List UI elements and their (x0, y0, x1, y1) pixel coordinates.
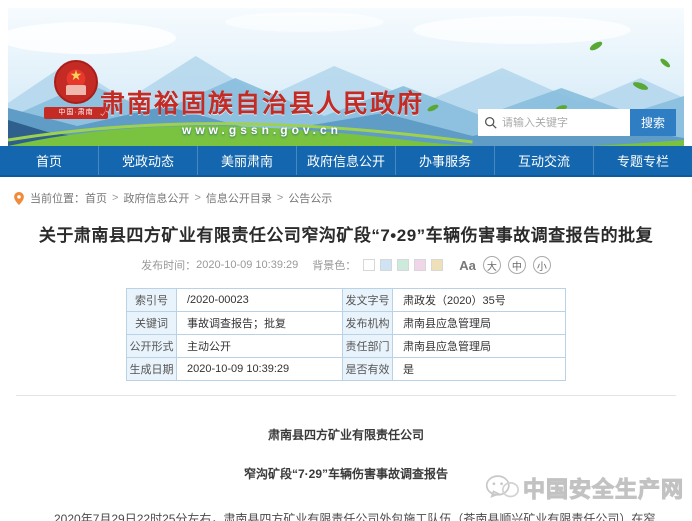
article-title: 关于肃南县四方矿业有限责任公司窄沟矿段“7•29”车辆伤害事故调查报告的批复 (20, 221, 672, 246)
meta-value: 肃南县应急管理局 (393, 312, 566, 335)
search-bar: 搜索 (478, 109, 676, 136)
breadcrumb: 当前位置： 首页 > 政府信息公开 > 信息公开目录 > 公告公示 (14, 190, 692, 206)
meta-label: 关键词 (127, 312, 177, 335)
nav-item-party-news[interactable]: 党政动态 (99, 146, 198, 175)
breadcrumb-prefix: 当前位置： (30, 190, 85, 206)
table-row: 公开形式 主动公开 责任部门 肃南县应急管理局 (127, 335, 566, 358)
meta-label: 索引号 (127, 289, 177, 312)
nav-item-services[interactable]: 办事服务 (396, 146, 495, 175)
font-size-small-button[interactable]: 小 (533, 256, 551, 274)
section-divider (16, 395, 676, 396)
font-size-aa-icon[interactable]: Aa (459, 258, 476, 273)
meta-value: 肃南县应急管理局 (393, 335, 566, 358)
nav-item-beautiful-sunan[interactable]: 美丽肃南 (198, 146, 297, 175)
meta-value: /2020-00023 (177, 289, 343, 312)
site-title: 肃南裕固族自治县人民政府 (100, 84, 424, 120)
location-pin-icon (14, 192, 24, 205)
site-url: www.gssn.gov.cn (100, 123, 424, 137)
nav-item-home[interactable]: 首页 (0, 146, 99, 175)
meta-value: 肃政发（2020）35号 (393, 289, 566, 312)
table-row: 关键词 事故调查报告；批复 发布机构 肃南县应急管理局 (127, 312, 566, 335)
breadcrumb-home[interactable]: 首页 (85, 190, 107, 206)
breadcrumb-announcements[interactable]: 公告公示 (288, 190, 332, 206)
site-banner: ★ 中国·肃南 肃南裕固族自治县人民政府 www.gssn.gov.cn 搜索 (8, 8, 684, 146)
main-nav: 首页 党政动态 美丽肃南 政府信息公开 办事服务 互动交流 专题专栏 (0, 146, 692, 177)
bgcolor-swatch-green[interactable] (397, 259, 409, 271)
breadcrumb-info-directory[interactable]: 信息公开目录 (206, 190, 272, 206)
table-row: 索引号 /2020-00023 发文字号 肃政发（2020）35号 (127, 289, 566, 312)
font-size-medium-button[interactable]: 中 (508, 256, 526, 274)
bgcolor-swatches (358, 259, 443, 271)
site-logo: ★ 中国·肃南 (44, 60, 108, 119)
emblem-label: 中国·肃南 (44, 107, 108, 119)
meta-value: 事故调查报告；批复 (177, 312, 343, 335)
document-paragraph: 2020年7月29日22时25分左右，肃南县四方矿业有限责任公司外包施工队伍（苍… (30, 506, 662, 521)
breadcrumb-gov-info[interactable]: 政府信息公开 (123, 190, 189, 206)
meta-label: 责任部门 (343, 335, 393, 358)
document-meta-table: 索引号 /2020-00023 发文字号 肃政发（2020）35号 关键词 事故… (126, 288, 566, 381)
document-heading-company: 肃南县四方矿业有限责任公司 (0, 426, 692, 443)
publish-time-value: 2020-10-09 10:39:29 (196, 259, 298, 271)
national-emblem-icon: ★ (54, 60, 98, 104)
publish-time-label: 发布时间： (141, 257, 196, 273)
meta-label: 发文字号 (343, 289, 393, 312)
search-input[interactable] (502, 117, 624, 129)
search-button[interactable]: 搜索 (630, 109, 676, 136)
bgcolor-swatch-tan[interactable] (431, 259, 443, 271)
bgcolor-swatch-white[interactable] (363, 259, 375, 271)
meta-label: 发布机构 (343, 312, 393, 335)
nav-item-gov-info[interactable]: 政府信息公开 (297, 146, 396, 175)
bgcolor-label: 背景色： (312, 257, 356, 273)
nav-item-special-topics[interactable]: 专题专栏 (594, 146, 692, 175)
meta-value: 2020-10-09 10:39:29 (177, 358, 343, 381)
bgcolor-swatch-pink[interactable] (414, 259, 426, 271)
page: ★ 中国·肃南 肃南裕固族自治县人民政府 www.gssn.gov.cn 搜索 … (0, 0, 692, 521)
meta-value: 是 (393, 358, 566, 381)
meta-label: 生成日期 (127, 358, 177, 381)
nav-item-interaction[interactable]: 互动交流 (495, 146, 594, 175)
bgcolor-swatch-blue[interactable] (380, 259, 392, 271)
article-meta-row: 发布时间： 2020-10-09 10:39:29 背景色： Aa 大 中 小 (0, 256, 692, 274)
font-size-large-button[interactable]: 大 (483, 256, 501, 274)
document-heading-report: 窄沟矿段“7·29”车辆伤害事故调查报告 (0, 465, 692, 482)
meta-label: 公开形式 (127, 335, 177, 358)
table-row: 生成日期 2020-10-09 10:39:29 是否有效 是 (127, 358, 566, 381)
meta-value: 主动公开 (177, 335, 343, 358)
meta-label: 是否有效 (343, 358, 393, 381)
site-identity: 肃南裕固族自治县人民政府 www.gssn.gov.cn (100, 84, 424, 137)
search-icon (484, 116, 497, 129)
